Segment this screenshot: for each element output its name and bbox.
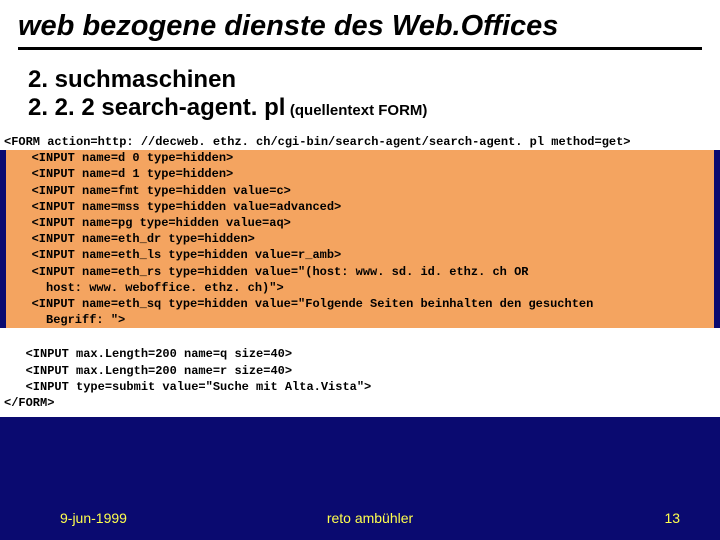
code-line: <INPUT name=d 1 type=hidden> bbox=[10, 167, 233, 181]
code-line: <INPUT name=eth_sq type=hidden value="Fo… bbox=[10, 297, 593, 311]
code-line: <INPUT name=fmt type=hidden value=c> bbox=[10, 184, 291, 198]
slide-title: web bezogene dienste des Web.Offices bbox=[18, 10, 702, 43]
code-line: <INPUT max.Length=200 name=r size=40> bbox=[4, 364, 292, 378]
code-line: <INPUT name=mss type=hidden value=advanc… bbox=[10, 200, 341, 214]
section-heading-2: 2. 2. 2 search-agent. pl bbox=[28, 94, 285, 121]
footer-author: reto ambühler bbox=[267, 510, 474, 526]
title-bar: web bezogene dienste des Web.Offices bbox=[0, 0, 720, 56]
code-line: <INPUT name=pg type=hidden value=aq> bbox=[10, 216, 291, 230]
code-line: <INPUT name=d 0 type=hidden> bbox=[10, 151, 233, 165]
section-heading-2-row: 2. 2. 2 search-agent. pl (quellentext FO… bbox=[28, 94, 700, 122]
code-line: </FORM> bbox=[4, 396, 54, 410]
title-rule bbox=[18, 47, 702, 50]
code-line: <FORM action=http: //decweb. ethz. ch/cg… bbox=[4, 135, 631, 149]
code-line: <INPUT name=eth_ls type=hidden value=r_a… bbox=[10, 248, 341, 262]
code-line: <INPUT name=eth_dr type=hidden> bbox=[10, 232, 255, 246]
section-heading-1: 2. suchmaschinen bbox=[28, 66, 700, 94]
footer-page: 13 bbox=[473, 510, 680, 526]
code-block-highlight: <INPUT name=d 0 type=hidden> <INPUT name… bbox=[6, 150, 714, 328]
code-line: <INPUT name=eth_rs type=hidden value="(h… bbox=[10, 265, 528, 279]
code-line: <INPUT max.Length=200 name=q size=40> bbox=[4, 347, 292, 361]
subheader: 2. suchmaschinen 2. 2. 2 search-agent. p… bbox=[0, 56, 720, 132]
footer-date: 9-jun-1999 bbox=[60, 510, 267, 526]
code-block-top: <FORM action=http: //decweb. ethz. ch/cg… bbox=[0, 132, 720, 150]
code-line: <INPUT type=submit value="Suche mit Alta… bbox=[4, 380, 371, 394]
section-heading-2-note: (quellentext FORM) bbox=[290, 102, 428, 119]
code-block-bottom: <INPUT max.Length=200 name=q size=40> <I… bbox=[0, 328, 720, 417]
code-line: host: www. weboffice. ethz. ch)"> bbox=[10, 281, 284, 295]
footer: 9-jun-1999 reto ambühler 13 bbox=[0, 496, 720, 540]
code-line: Begriff: "> bbox=[10, 313, 125, 327]
